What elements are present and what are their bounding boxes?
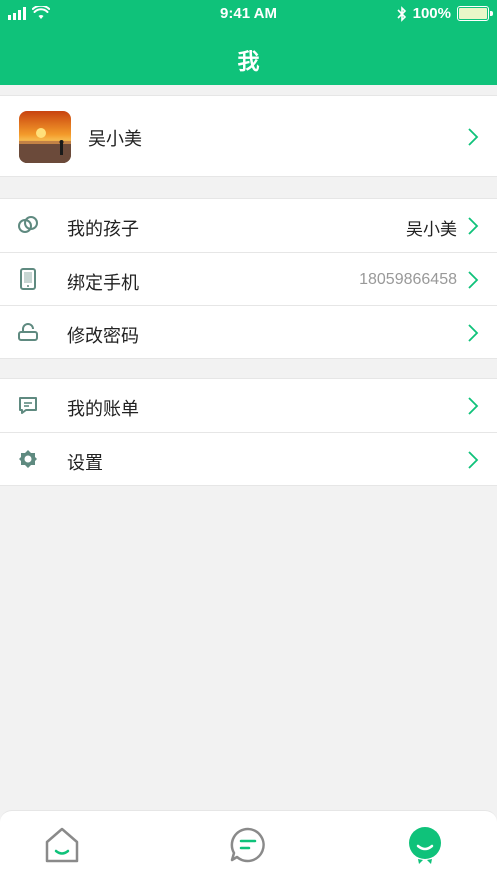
- avatar[interactable]: [19, 111, 71, 163]
- status-bar: 9:41 AM 100%: [0, 0, 497, 28]
- tab-bar: [0, 810, 497, 883]
- lock-icon: [18, 323, 38, 341]
- me-icon: [409, 827, 441, 864]
- status-right: 100%: [397, 5, 493, 22]
- phone-icon: [20, 268, 36, 290]
- tab-messages[interactable]: [228, 825, 268, 865]
- settings-icon: [19, 450, 37, 468]
- battery-icon: [457, 6, 493, 21]
- row-label: 我的账单: [67, 399, 139, 419]
- row-change-password[interactable]: 修改密码: [0, 305, 497, 358]
- row-label: 我的孩子: [67, 219, 139, 239]
- profile-row[interactable]: 吴小美: [0, 95, 497, 177]
- row-value: 18059866458: [359, 271, 457, 288]
- home-icon: [45, 827, 79, 863]
- tab-home[interactable]: [42, 825, 82, 865]
- chevron-right-icon: [468, 128, 479, 146]
- top-bar: 9:41 AM 100% 我: [0, 0, 497, 85]
- row-my-bills[interactable]: 我的账单: [0, 379, 497, 432]
- page-title: 我: [237, 49, 260, 74]
- row-settings[interactable]: 设置: [0, 432, 497, 485]
- chevron-right-icon: [468, 324, 479, 342]
- tab-me[interactable]: [405, 825, 445, 865]
- bluetooth-icon: [397, 5, 406, 22]
- row-bind-phone[interactable]: 绑定手机 18059866458: [0, 252, 497, 305]
- children-icon: [18, 216, 38, 233]
- chevron-right-icon: [468, 217, 479, 235]
- bill-icon: [19, 397, 37, 414]
- profile-name: 吴小美: [88, 129, 142, 149]
- message-icon: [230, 827, 265, 863]
- settings-group-1: 我的孩子 吴小美 绑定手机 18059866458 修改密码: [0, 198, 497, 359]
- battery-percent: 100%: [412, 5, 451, 22]
- row-label: 修改密码: [67, 326, 139, 346]
- row-value: 吴小美: [406, 220, 457, 239]
- settings-group-2: 我的账单 设置: [0, 378, 497, 486]
- chevron-right-icon: [468, 451, 479, 469]
- row-label: 设置: [67, 453, 103, 473]
- chevron-right-icon: [468, 271, 479, 289]
- row-my-children[interactable]: 我的孩子 吴小美: [0, 199, 497, 252]
- row-label: 绑定手机: [67, 273, 139, 293]
- chevron-right-icon: [468, 397, 479, 415]
